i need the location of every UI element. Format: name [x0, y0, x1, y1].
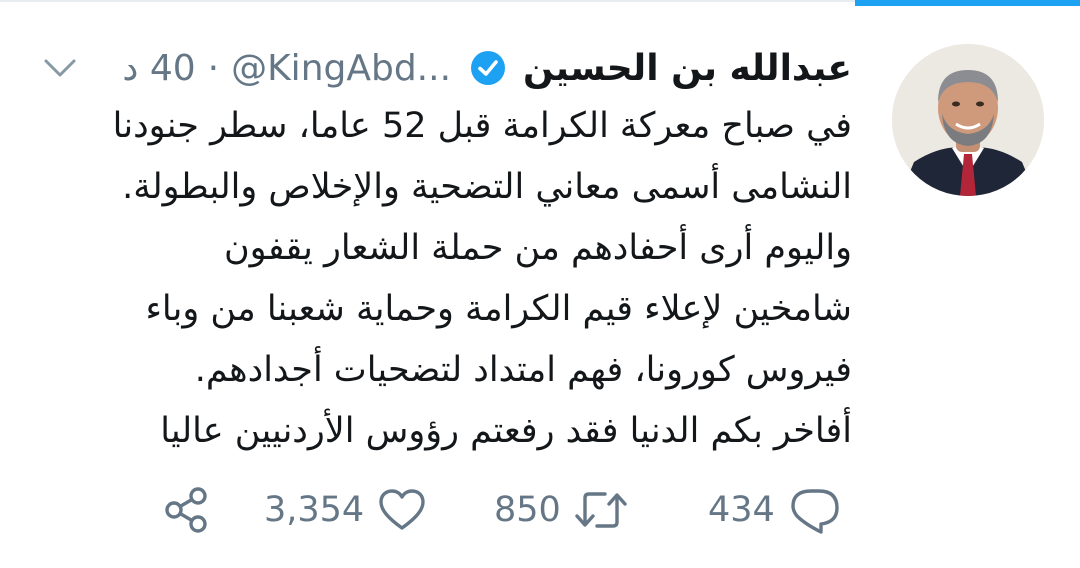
share-button[interactable] [160, 480, 212, 540]
share-icon [160, 484, 212, 536]
avatar[interactable] [892, 44, 1044, 196]
tweet-actions: 3,354 850 434 [160, 480, 860, 540]
avatar-image [892, 44, 1044, 196]
tweet-text-line: فيروس كورونا، فهم امتداد لتضحيات أجدادهم… [194, 350, 852, 390]
heart-icon [376, 484, 428, 536]
reply-icon [787, 484, 843, 536]
tweet-text-line: النشامى أسمى معاني التضحية والإخلاص والب… [122, 167, 852, 207]
retweet-icon [573, 484, 629, 536]
tweet-text-line: في صباح معركة الكرامة قبل 52 عاما، سطر ج… [112, 106, 852, 146]
retweet-count: 850 [494, 490, 561, 530]
tweet-text-line: واليوم أرى أحفادهم من حملة الشعار يقفون [223, 228, 852, 268]
reply-count: 434 [708, 490, 775, 530]
reply-button[interactable]: 434 [696, 480, 843, 540]
active-tab-indicator [855, 0, 1080, 6]
verified-badge-icon [469, 49, 507, 87]
author-handle[interactable]: @KingAbd... [231, 48, 451, 89]
tweet-text-line: أفاخر بكم الدنيا فقد رفعتم رؤوس الأردنيي… [160, 411, 852, 451]
chevron-down-icon[interactable] [40, 52, 80, 84]
like-count: 3,354 [264, 490, 365, 530]
tweet-timestamp[interactable]: 40 د [122, 48, 195, 89]
author-name[interactable]: عبدالله بن الحسين [523, 48, 852, 89]
tweet-text-line: شامخين لإعلاء قيم الكرامة وحماية شعبنا م… [145, 289, 852, 329]
tweet-header: عبدالله بن الحسين @KingAbd... · 40 د [52, 40, 852, 96]
retweet-button[interactable]: 850 [482, 480, 629, 540]
tweet-text: في صباح معركة الكرامة قبل 52 عاما، سطر ج… [52, 96, 852, 462]
header-separator: · [207, 47, 220, 89]
like-button[interactable]: 3,354 [252, 480, 428, 540]
